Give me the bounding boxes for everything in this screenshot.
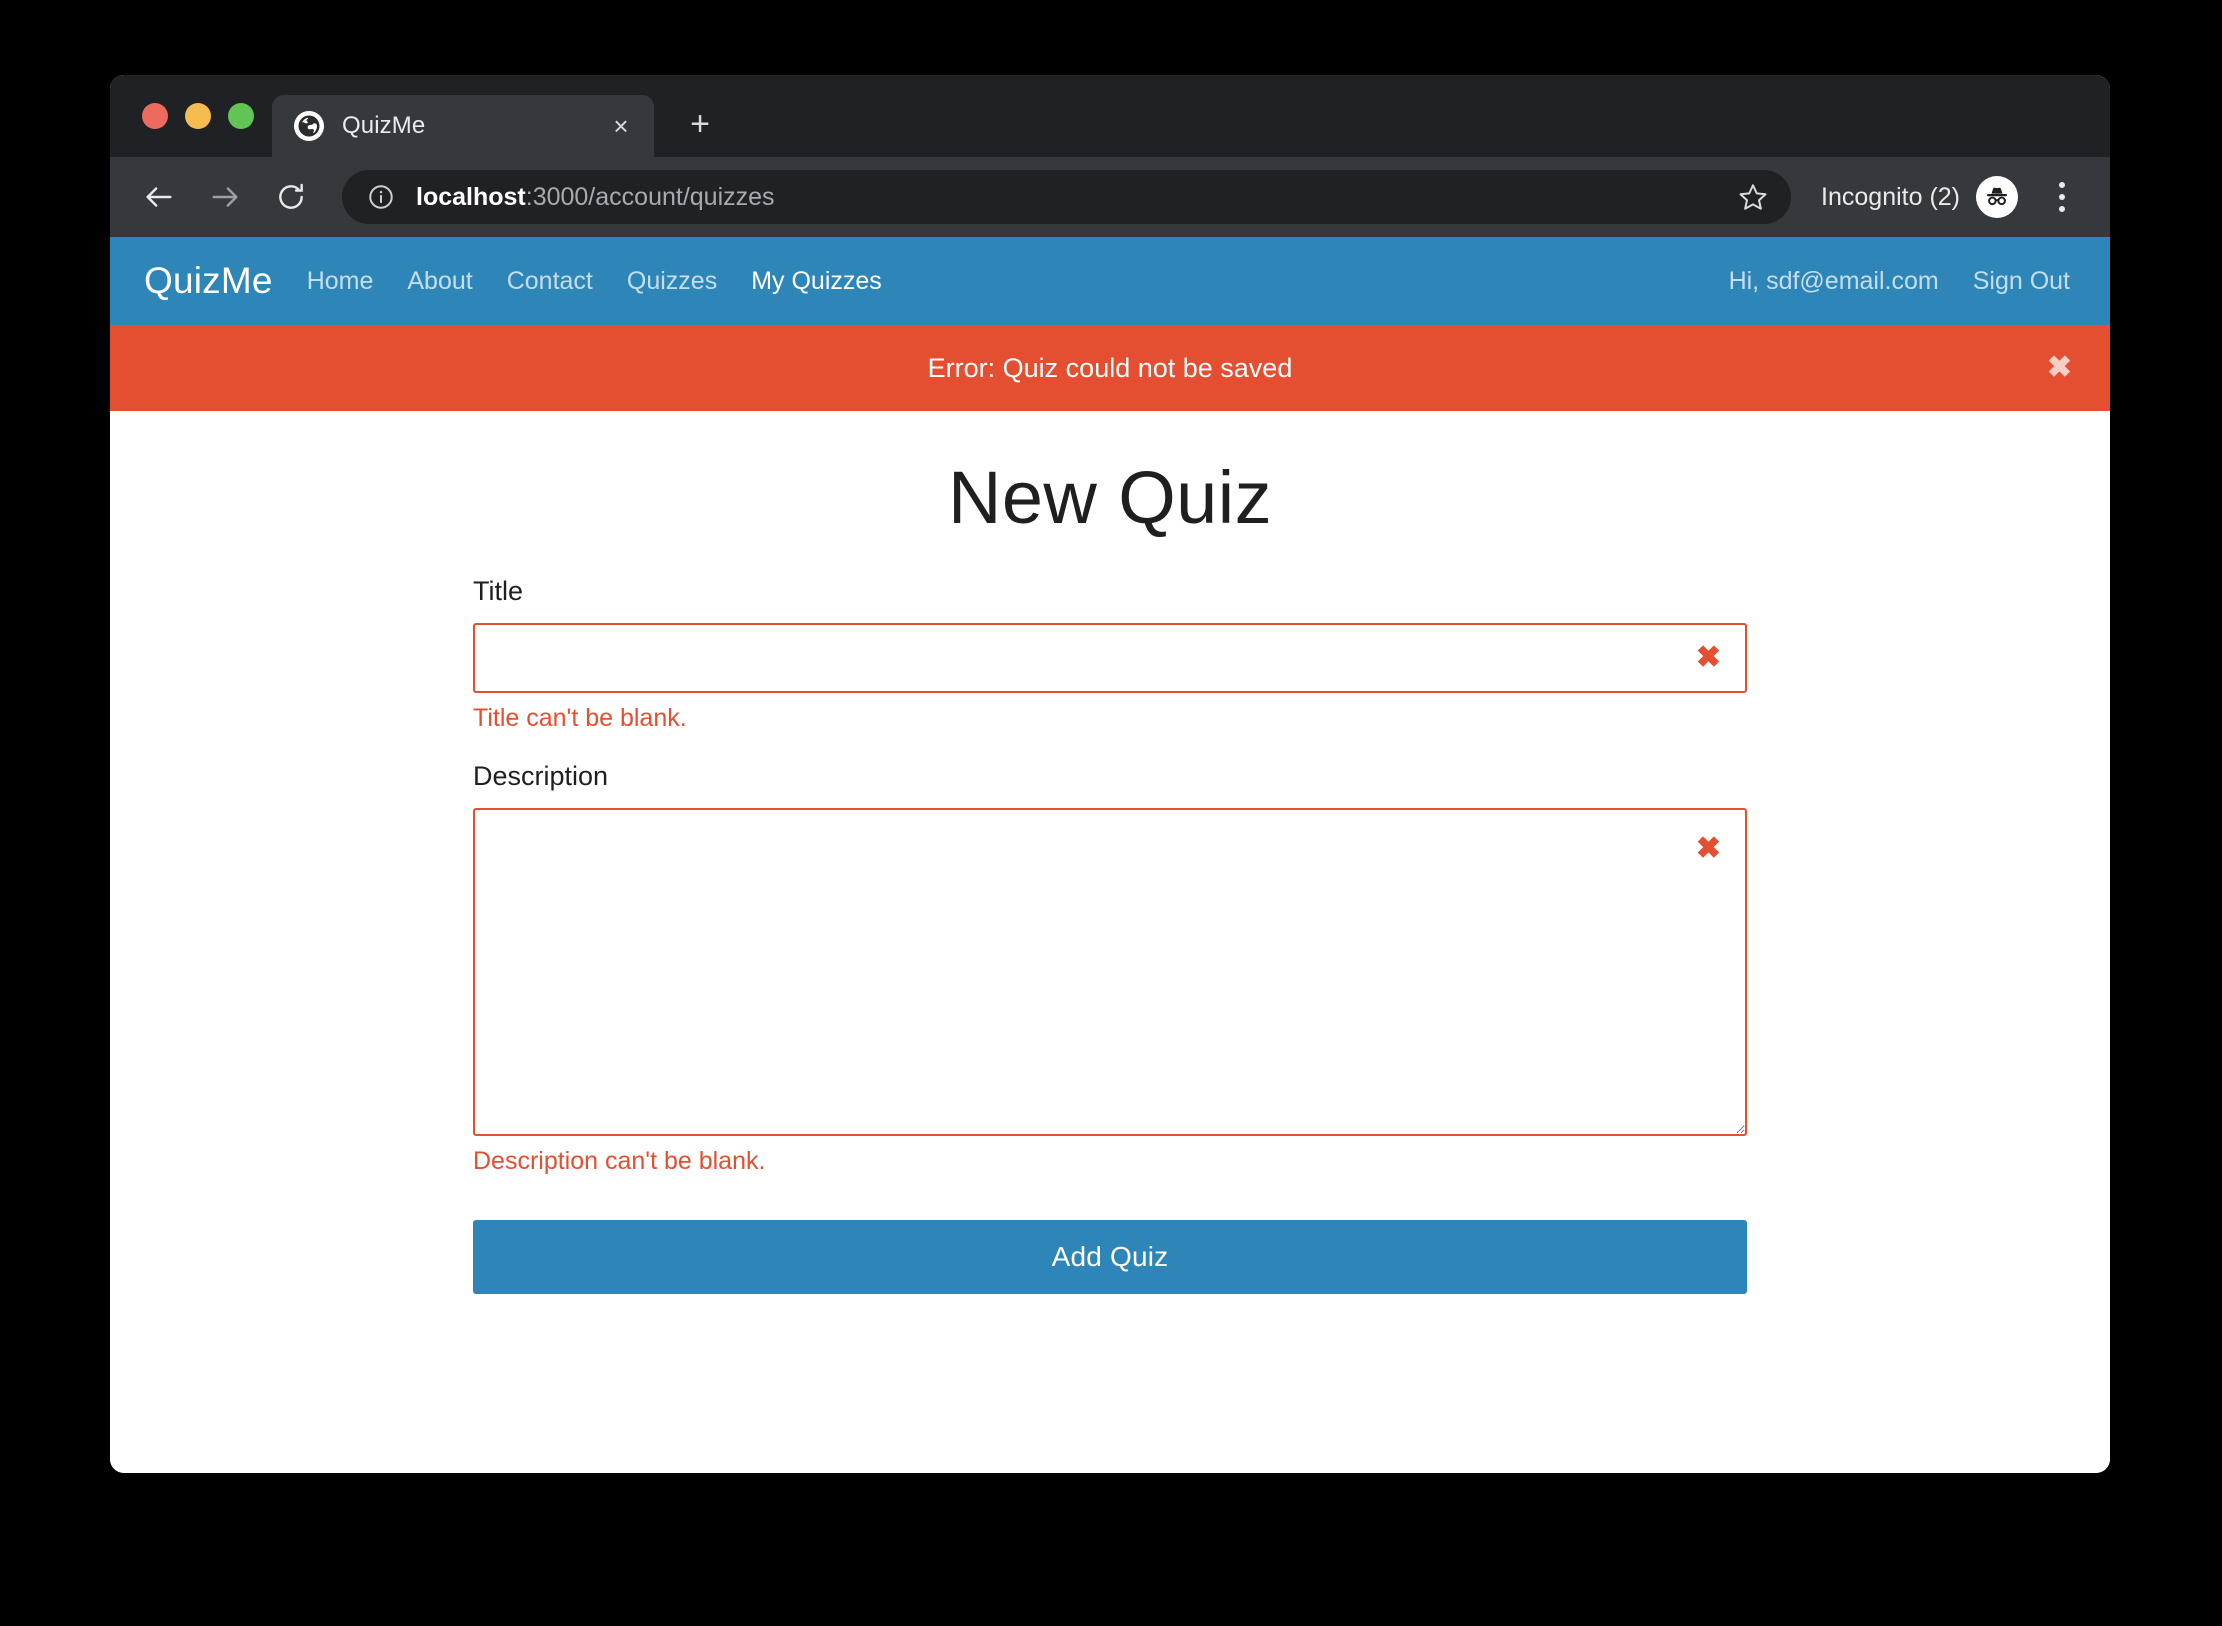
site-navbar: QuizMe Home About Contact Quizzes My Qui… xyxy=(110,237,2110,325)
site-nav-links: Home About Contact Quizzes My Quizzes xyxy=(307,267,882,296)
title-label: Title xyxy=(473,576,524,606)
profile-label: Incognito (2) xyxy=(1821,182,1960,211)
page-viewport: QuizMe Home About Contact Quizzes My Qui… xyxy=(110,237,2110,1473)
site-brand[interactable]: QuizMe xyxy=(144,260,273,302)
menu-dot xyxy=(2059,206,2065,212)
url-path: :3000/account/quizzes xyxy=(525,182,775,211)
description-field-group: Description ✖ Description can't be blank… xyxy=(473,761,1747,1176)
window-close-button[interactable] xyxy=(142,103,168,129)
address-bar[interactable]: localhost:3000/account/quizzes xyxy=(342,170,1792,224)
back-icon[interactable] xyxy=(132,170,186,224)
browser-window: QuizMe × + localhost:3000/account/quizze… xyxy=(110,75,2110,1473)
globe-icon xyxy=(294,111,324,141)
add-quiz-button[interactable]: Add Quiz xyxy=(473,1220,1747,1294)
description-label: Description xyxy=(473,761,609,791)
alert-close-icon[interactable]: ✖ xyxy=(2047,353,2072,383)
site-nav-account: Hi, sdf@email.com Sign Out xyxy=(1729,267,2070,296)
three-dots-vertical-icon[interactable] xyxy=(2040,173,2084,221)
star-outline-icon[interactable] xyxy=(1729,173,1777,221)
error-alert-message: Error: Quiz could not be saved xyxy=(927,352,1293,383)
forward-icon[interactable] xyxy=(198,170,252,224)
browser-tab-title: QuizMe xyxy=(342,112,426,139)
description-input-wrap: ✖ xyxy=(473,808,1747,1136)
browser-tab[interactable]: QuizMe × xyxy=(272,95,654,157)
menu-dot xyxy=(2059,194,2065,200)
sign-out-link[interactable]: Sign Out xyxy=(1973,267,2070,296)
url-host: localhost xyxy=(416,182,526,211)
description-error-message: Description can't be blank. xyxy=(473,1147,766,1175)
new-tab-icon[interactable]: + xyxy=(680,107,720,141)
title-input-wrap: ✖ xyxy=(473,623,1747,693)
account-greeting: Hi, sdf@email.com xyxy=(1728,266,1939,295)
new-quiz-form: Title ✖ Title can't be blank. Descriptio… xyxy=(473,576,1747,1294)
title-field-group: Title ✖ Title can't be blank. xyxy=(473,576,1747,733)
window-traffic-lights xyxy=(132,75,272,157)
window-maximize-button[interactable] xyxy=(228,103,254,129)
error-alert-banner: Error: Quiz could not be saved ✖ xyxy=(110,325,2110,411)
title-error-message: Title can't be blank. xyxy=(473,704,687,732)
page-title: New Quiz xyxy=(948,456,1272,539)
profile-chip[interactable]: Incognito (2) xyxy=(1821,176,2018,218)
browser-toolbar: localhost:3000/account/quizzes Incognito… xyxy=(110,157,2110,237)
nav-item-my-quizzes[interactable]: My Quizzes xyxy=(751,267,882,296)
browser-tab-strip: QuizMe × + xyxy=(110,75,2110,157)
info-circle-icon[interactable] xyxy=(366,182,396,212)
reload-icon[interactable] xyxy=(264,170,318,224)
nav-item-home[interactable]: Home xyxy=(307,267,374,296)
page-content: New Quiz Title ✖ Title can't be blank. D… xyxy=(110,411,2110,1294)
title-input[interactable] xyxy=(473,623,1747,693)
incognito-avatar-icon xyxy=(1976,176,2018,218)
description-input[interactable] xyxy=(473,808,1747,1136)
tab-close-icon[interactable]: × xyxy=(604,113,638,139)
menu-dot xyxy=(2059,182,2065,188)
nav-item-quizzes[interactable]: Quizzes xyxy=(627,267,717,296)
nav-item-about[interactable]: About xyxy=(407,267,472,296)
window-minimize-button[interactable] xyxy=(185,103,211,129)
address-bar-url: localhost:3000/account/quizzes xyxy=(416,183,1729,212)
nav-item-contact[interactable]: Contact xyxy=(507,267,593,296)
